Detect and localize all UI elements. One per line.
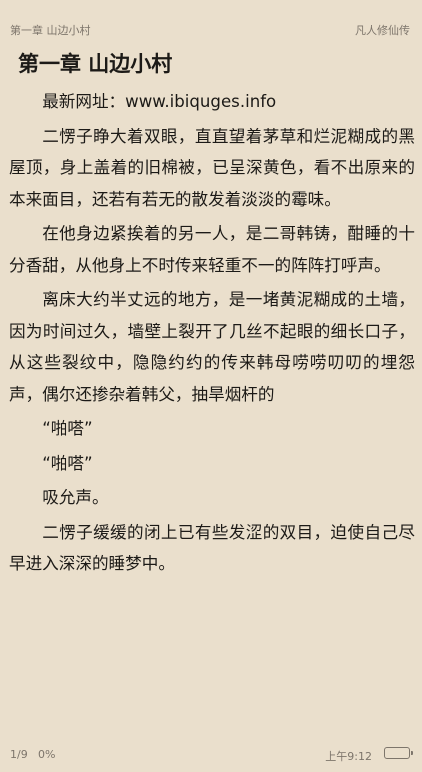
paragraph: 离床大约半丈远的地方，是一堵黄泥糊成的土墙，因为时间过久，墙壁上裂开了几丝不起眼…: [9, 290, 415, 404]
paragraph: “啪嗒”: [42, 419, 93, 438]
paragraph: “啪嗒”: [42, 453, 93, 473]
battery-icon: [384, 747, 413, 759]
paragraph: 二愣子睁大着双眼，直直望着茅草和烂泥糊成的黑屋顶，身上盖着的旧棉被，已呈深黄色，…: [9, 126, 415, 209]
clock-time: 上午9:12: [325, 750, 372, 763]
progress-percent: 0%: [38, 748, 56, 761]
page-indicator: 1/9: [10, 748, 28, 761]
chapter-title: 第一章 山边小村: [18, 52, 173, 76]
header-book-title: 凡人修仙传: [355, 24, 410, 37]
paragraph: 二愣子缓缓的闭上已有些发涩的双目，迫使自己尽早进入深深的睡梦中。: [9, 522, 415, 574]
paragraph: 最新网址：www.ibiquges.info: [42, 92, 277, 111]
reader-footer: 1/9 0% 上午9:12: [10, 746, 413, 763]
header-chapter-name: 第一章 山边小村: [10, 24, 91, 37]
reader-header: 第一章 山边小村 凡人修仙传: [10, 22, 410, 38]
paragraph: 吸允声。: [42, 488, 109, 507]
paragraph: 在他身边紧挨着的另一人，是二哥韩铸，酣睡的十分香甜，从他身上不时传来轻重不一的阵…: [9, 224, 415, 275]
chapter-content[interactable]: 最新网址：www.ibiquges.info 二愣子睁大着双眼，直直望着茅草和烂…: [9, 86, 415, 583]
